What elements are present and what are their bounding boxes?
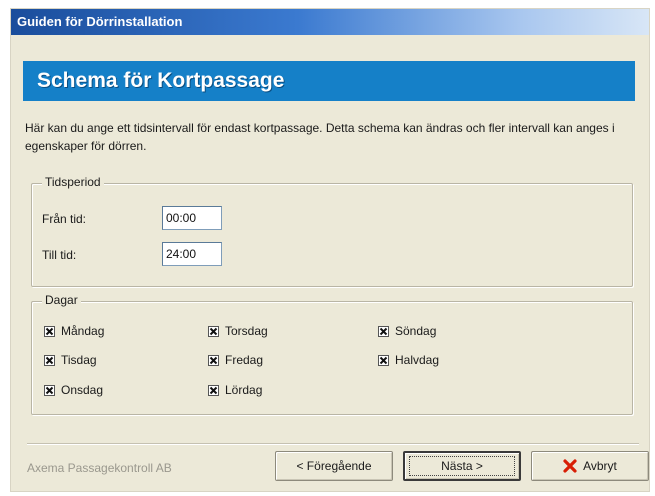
previous-button[interactable]: < Föregående	[275, 451, 393, 481]
checkbox-label: Halvdag	[395, 353, 440, 367]
from-time-input[interactable]	[162, 206, 222, 230]
check-mark-icon[interactable]	[208, 354, 219, 366]
check-mark-icon[interactable]	[208, 384, 219, 396]
to-time-input[interactable]	[162, 242, 222, 266]
footer-separator	[27, 443, 639, 445]
next-button[interactable]: Nästa >	[403, 451, 521, 481]
dagar-group: Dagar Måndag Tisdag Onsdag Torsdag Freda…	[31, 293, 633, 415]
dagar-legend: Dagar	[42, 293, 81, 307]
checkbox-lordag[interactable]: Lördag	[208, 383, 262, 397]
page-title: Schema för Kortpassage	[37, 69, 285, 92]
checkbox-tisdag[interactable]: Tisdag	[44, 353, 97, 367]
company-name: Axema Passagekontroll AB	[27, 461, 172, 475]
page-description: Här kan du ange ett tidsintervall för en…	[25, 121, 615, 153]
checkbox-label: Söndag	[395, 324, 437, 338]
window-title: Guiden för Dörrinstallation	[17, 14, 183, 29]
page-banner: Schema för Kortpassage	[23, 61, 635, 101]
focus-outline	[409, 456, 515, 476]
checkbox-halvdag[interactable]: Halvdag	[378, 353, 439, 367]
checkbox-label: Fredag	[225, 353, 264, 367]
check-mark-icon[interactable]	[44, 325, 55, 337]
red-x-icon	[563, 459, 577, 473]
checkbox-label: Måndag	[61, 324, 105, 338]
checkbox-onsdag[interactable]: Onsdag	[44, 383, 103, 397]
check-mark-icon[interactable]	[44, 384, 55, 396]
checkbox-label: Torsdag	[225, 324, 268, 338]
cancel-button-label: Avbryt	[583, 459, 617, 473]
checkbox-torsdag[interactable]: Torsdag	[208, 324, 268, 338]
tidsperiod-group: Tidsperiod Från tid: Till tid:	[31, 175, 633, 287]
checkbox-fredag[interactable]: Fredag	[208, 353, 263, 367]
checkbox-label: Onsdag	[61, 383, 104, 397]
checkbox-label: Tisdag	[61, 353, 97, 367]
cancel-button[interactable]: Avbryt	[531, 451, 649, 481]
checkbox-label: Lördag	[225, 383, 263, 397]
check-mark-icon[interactable]	[44, 354, 55, 366]
tidsperiod-legend: Tidsperiod	[42, 175, 104, 189]
checkbox-sondag[interactable]: Söndag	[378, 324, 436, 338]
check-mark-icon[interactable]	[208, 325, 219, 337]
title-bar[interactable]: Guiden för Dörrinstallation	[11, 9, 649, 35]
to-time-label: Till tid:	[42, 248, 77, 262]
checkbox-mandag[interactable]: Måndag	[44, 324, 104, 338]
check-mark-icon[interactable]	[378, 325, 389, 337]
from-time-label: Från tid:	[42, 212, 87, 226]
wizard-window: Guiden för Dörrinstallation Schema för K…	[10, 8, 650, 492]
check-mark-icon[interactable]	[378, 354, 389, 366]
